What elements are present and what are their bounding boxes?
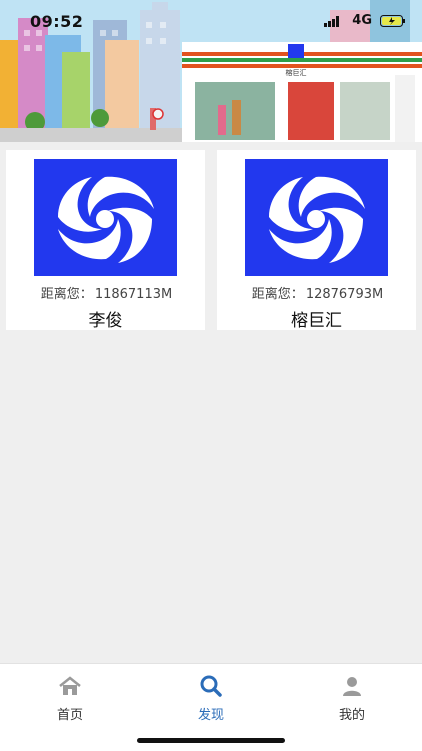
- distance-value: 12876793M: [305, 287, 384, 302]
- signal-icon: [324, 16, 339, 27]
- status-bar: 09:52 4G: [0, 0, 422, 40]
- tab-label: 首页: [56, 708, 83, 723]
- distance-label: 距离您：: [40, 287, 93, 302]
- store-logo-icon: [34, 159, 177, 276]
- tab-profile[interactable]: 我的: [312, 674, 392, 723]
- battery-icon: [380, 15, 405, 27]
- status-time: 09:52: [30, 12, 84, 31]
- store-card[interactable]: 距离您： 12876793M 榕巨汇: [217, 150, 416, 331]
- store-distance: 距离您： 12876793M: [217, 283, 416, 302]
- store-name: 榕巨汇: [291, 311, 342, 331]
- home-icon: [59, 676, 81, 695]
- home-indicator[interactable]: [137, 738, 285, 743]
- store-card[interactable]: 距离您： 11867113M 李俊: [6, 150, 205, 331]
- user-icon: [343, 677, 361, 696]
- store-name: 李俊: [88, 311, 123, 331]
- store-list: 距离您： 11867113M 李俊 距离您： 12876793M 榕巨汇: [6, 150, 416, 331]
- network-type: 4G: [352, 13, 372, 28]
- store-distance: 距离您： 11867113M: [6, 283, 205, 302]
- tab-home[interactable]: 首页: [30, 674, 110, 723]
- tab-discover[interactable]: 发现: [171, 674, 251, 723]
- tab-label: 我的: [338, 708, 365, 723]
- search-icon: [200, 675, 222, 697]
- shop-sign-text: 榕巨汇: [286, 68, 307, 77]
- tab-label: 发现: [197, 708, 224, 723]
- distance-value: 11867113M: [94, 287, 173, 302]
- store-logo-icon: [245, 159, 388, 276]
- distance-label: 距离您：: [251, 287, 304, 302]
